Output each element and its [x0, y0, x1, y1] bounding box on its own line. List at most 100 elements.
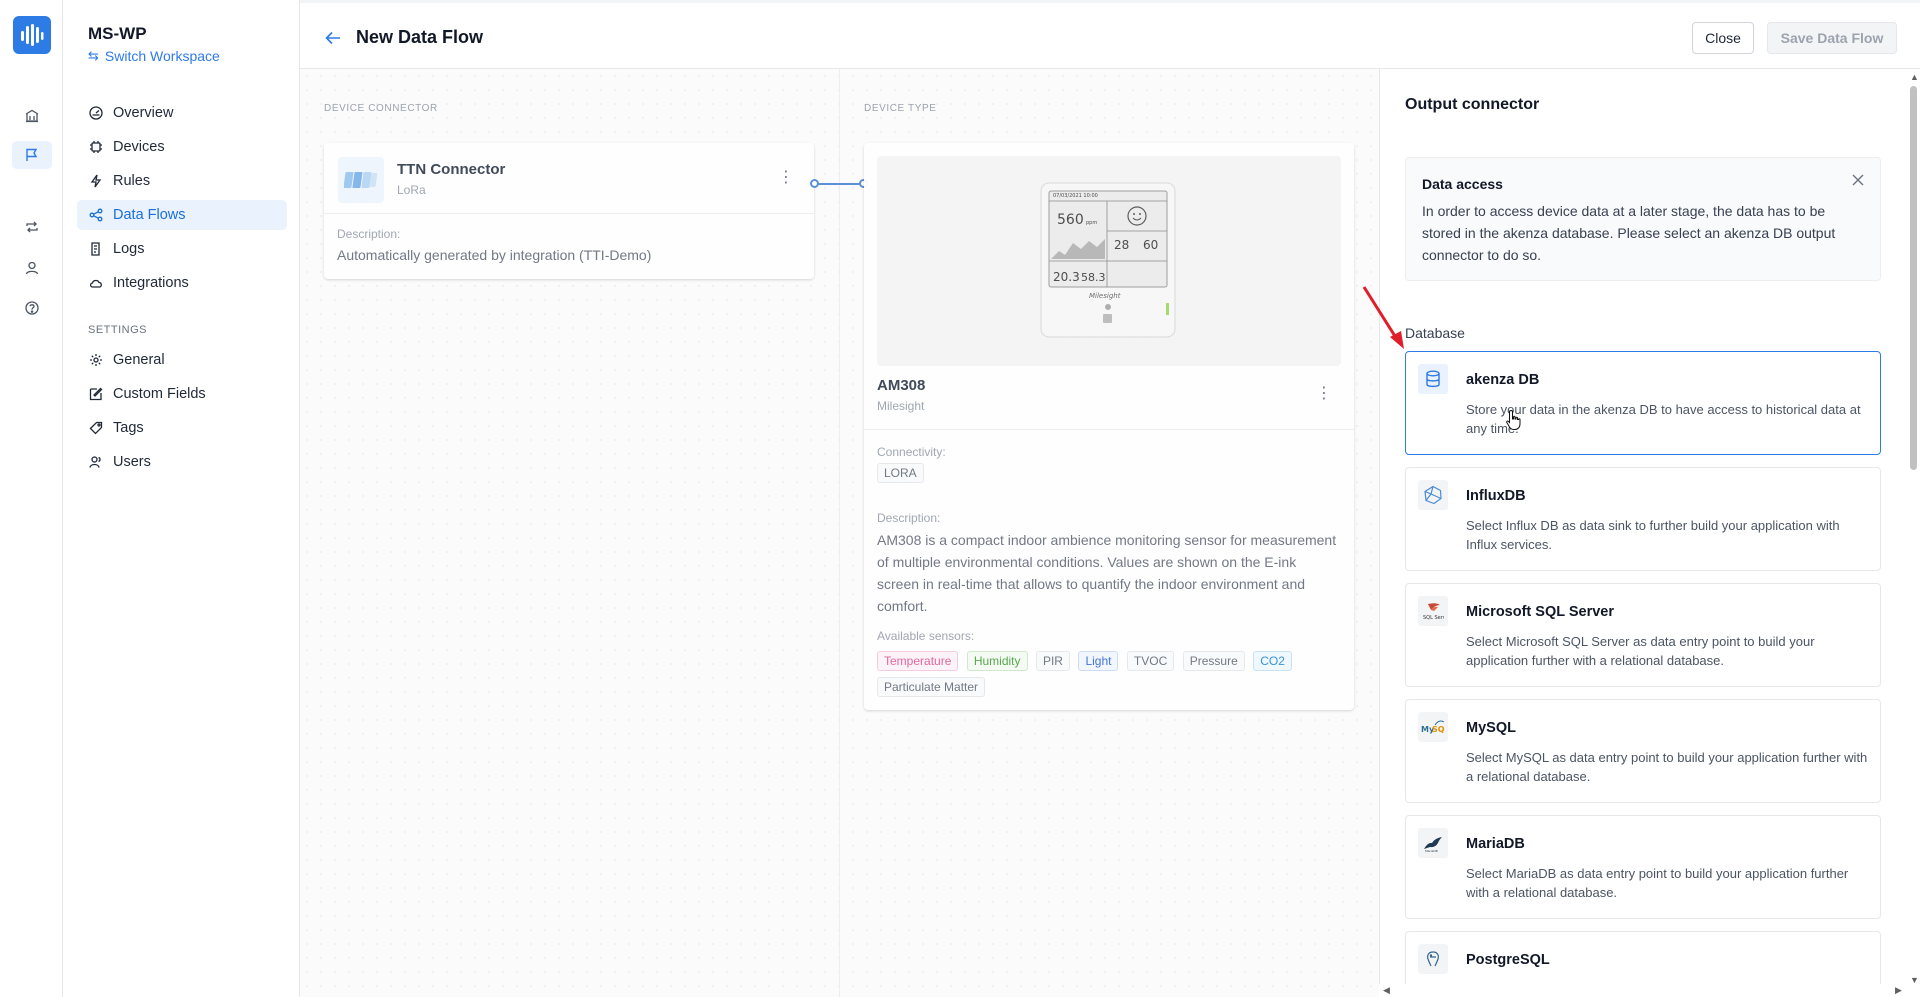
close-icon[interactable]	[1850, 172, 1866, 188]
svg-text:20.3: 20.3	[1053, 270, 1080, 284]
device-connector-card[interactable]: TTN Connector LoRa ⋮ Description: Automa…	[324, 143, 814, 279]
output-option-mysql[interactable]: MySQL MySQL Select MySQL as data entry p…	[1405, 699, 1881, 803]
sidebar-item-label: Rules	[113, 173, 151, 189]
device-vendor: Milesight	[877, 399, 925, 413]
sidebar-item-devices[interactable]: Devices	[77, 132, 287, 162]
svg-text:560: 560	[1057, 212, 1084, 228]
mysql-icon: MySQL	[1418, 712, 1448, 742]
cloud-icon	[89, 279, 102, 288]
scrollbar-thumb[interactable]	[1910, 86, 1917, 470]
sidebar-item-rules[interactable]: Rules	[77, 166, 287, 196]
app-logo-icon[interactable]	[13, 16, 51, 54]
sensor-tag-light: Light	[1078, 651, 1119, 671]
sidebar-item-data-flows[interactable]: Data Flows	[77, 200, 287, 230]
sensors-label: Available sensors:	[877, 629, 975, 643]
sidebar-item-label: Custom Fields	[113, 386, 206, 402]
mariadb-icon: MariaDB	[1418, 828, 1448, 858]
sidebar-item-label: Tags	[113, 420, 144, 436]
connection-port-left[interactable]	[810, 179, 819, 188]
sidebar-item-overview[interactable]: Overview	[77, 98, 287, 128]
description-label: Description:	[877, 511, 941, 525]
home-icon[interactable]	[20, 104, 44, 128]
gear-icon	[90, 354, 102, 366]
close-button[interactable]: Close	[1692, 22, 1754, 54]
divider	[864, 429, 1354, 430]
sidebar-item-general[interactable]: General	[77, 345, 287, 375]
user-icon[interactable]	[20, 256, 44, 280]
column-divider	[839, 69, 840, 997]
back-arrow-icon[interactable]	[322, 27, 344, 49]
connector-description: Automatically generated by integration (…	[337, 247, 652, 263]
svg-text:SQL Server: SQL Server	[1423, 615, 1444, 621]
sidebar-item-integrations[interactable]: Integrations	[77, 268, 287, 298]
connector-type: LoRa	[397, 183, 426, 197]
sensor-tags: Temperature Humidity PIR Light TVOC Pres…	[877, 651, 1341, 703]
svg-text:07/03/2021 10:00: 07/03/2021 10:00	[1053, 193, 1098, 199]
panel-horizontal-scrollbar[interactable]: ◀ ▶	[1379, 984, 1907, 997]
sidebar: MS-WP ⇆ Switch Workspace Overview Device…	[63, 0, 300, 997]
connector-logo-icon	[338, 157, 384, 203]
output-option-mariadb[interactable]: MariaDB MariaDB Select MariaDB as data e…	[1405, 815, 1881, 919]
save-data-flow-button[interactable]: Save Data Flow	[1767, 22, 1897, 54]
more-vertical-icon[interactable]: ⋮	[778, 167, 794, 187]
flag-icon[interactable]	[12, 141, 52, 169]
panel-vertical-scrollbar[interactable]: ▲ ▼	[1907, 69, 1920, 989]
svg-text:Milesight: Milesight	[1089, 292, 1121, 300]
log-icon	[91, 242, 100, 256]
output-option-akenza-db[interactable]: akenza DB Store your data in the akenza …	[1405, 351, 1881, 455]
scroll-right-icon[interactable]: ▶	[1895, 985, 1902, 996]
panel-title: Output connector	[1405, 96, 1540, 113]
sidebar-item-label: Devices	[113, 139, 165, 155]
svg-text:58.3: 58.3	[1081, 271, 1106, 284]
option-description: Select Influx DB as data sink to further…	[1466, 518, 1840, 552]
switch-workspace-link[interactable]: ⇆ Switch Workspace	[88, 48, 220, 64]
device-connector-heading: DEVICE CONNECTOR	[324, 103, 438, 114]
sensor-tag-pir: PIR	[1035, 651, 1070, 671]
sidebar-item-label: Data Flows	[113, 207, 186, 223]
scroll-down-icon[interactable]: ▼	[1910, 975, 1919, 985]
sidebar-item-custom-fields[interactable]: Custom Fields	[77, 379, 287, 409]
option-name: PostgreSQL	[1466, 952, 1550, 968]
scroll-left-icon[interactable]: ◀	[1383, 985, 1390, 996]
page-title: New Data Flow	[356, 27, 484, 47]
help-icon[interactable]	[20, 296, 44, 320]
svg-text:ppm: ppm	[1086, 220, 1097, 226]
connectivity-label: Connectivity:	[877, 445, 946, 459]
output-connector-panel: Output connector Data access In order to…	[1379, 69, 1920, 997]
sidebar-item-label: Logs	[113, 241, 145, 257]
sidebar-item-label: Overview	[113, 105, 174, 121]
sidebar-item-logs[interactable]: Logs	[77, 234, 287, 264]
notice-body: In order to access device data at a late…	[1422, 203, 1836, 263]
svg-text:SQL: SQL	[1432, 725, 1445, 734]
sensor-tag-pressure: Pressure	[1182, 651, 1245, 671]
scroll-up-icon[interactable]: ▲	[1910, 72, 1919, 82]
output-option-microsoft-sql-server[interactable]: SQL Server Microsoft SQL Server Select M…	[1405, 583, 1881, 687]
sidebar-item-tags[interactable]: Tags	[77, 413, 287, 443]
sidebar-item-label: Users	[113, 454, 151, 470]
device-image: 560 ppm 07/03/2021 10:00 20.3 58.3 28 60…	[877, 156, 1341, 366]
workspace-name: MS-WP	[88, 24, 147, 43]
switch-workspace-label: Switch Workspace	[104, 48, 220, 64]
option-description: Select MariaDB as data entry point to bu…	[1466, 866, 1849, 900]
sensor-tag-humidity: Humidity	[966, 651, 1028, 671]
sidebar-item-users[interactable]: Users	[77, 447, 287, 477]
option-description: Store your data in the akenza DB to have…	[1466, 402, 1861, 436]
edit-icon	[89, 387, 103, 401]
sql-server-icon: SQL Server	[1418, 596, 1448, 626]
option-name: MySQL	[1466, 720, 1516, 736]
page-header: New Data Flow Close Save Data Flow	[300, 0, 1920, 69]
repeat-icon[interactable]	[20, 215, 44, 239]
database-icon	[1418, 364, 1448, 394]
more-vertical-icon[interactable]: ⋮	[1316, 383, 1332, 403]
description-label: Description:	[337, 227, 401, 241]
divider	[324, 213, 814, 214]
option-description: Select MySQL as data entry point to buil…	[1466, 750, 1868, 784]
notice-title: Data access	[1422, 176, 1503, 192]
postgresql-icon	[1418, 944, 1448, 974]
tag-icon	[89, 421, 103, 435]
sidebar-item-label: General	[113, 352, 165, 368]
svg-text:28: 28	[1114, 238, 1129, 252]
option-description: Select Microsoft SQL Server as data entr…	[1466, 634, 1815, 668]
output-option-influxdb[interactable]: InfluxDB Select Influx DB as data sink t…	[1405, 467, 1881, 571]
device-type-card[interactable]: 560 ppm 07/03/2021 10:00 20.3 58.3 28 60…	[864, 143, 1354, 710]
